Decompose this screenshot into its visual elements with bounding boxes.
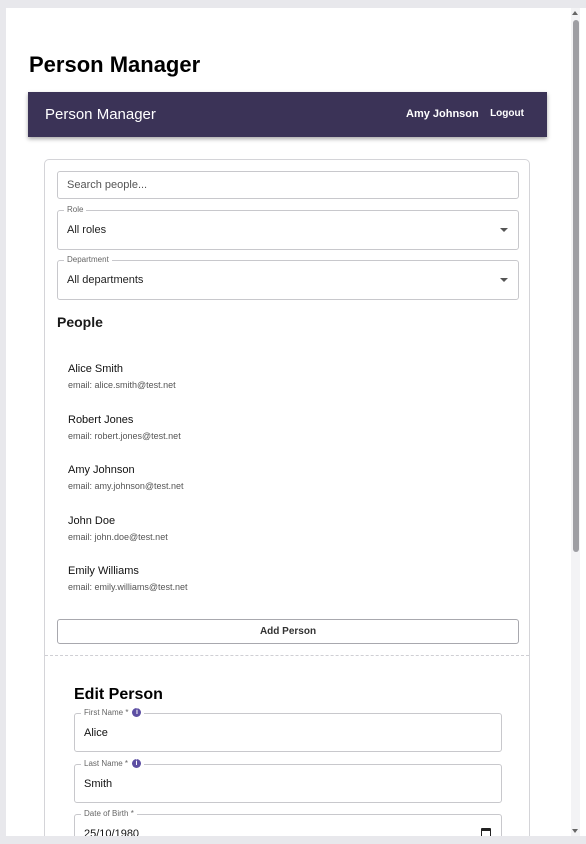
person-email: email: robert.jones@test.net <box>68 430 181 441</box>
people-list: Alice Smith email: alice.smith@test.net … <box>68 362 508 615</box>
app-title: Person Manager <box>45 106 156 123</box>
people-panel: Role All roles Department All department… <box>44 159 530 836</box>
list-item[interactable]: Alice Smith email: alice.smith@test.net <box>68 362 508 413</box>
chevron-down-icon <box>500 278 508 282</box>
date-of-birth-label-text: Date of Birth * <box>84 809 134 818</box>
scroll-up-icon[interactable] <box>572 11 578 15</box>
add-person-button[interactable]: Add Person <box>57 619 519 644</box>
people-heading: People <box>57 314 103 330</box>
department-label: Department <box>64 255 112 264</box>
department-value: All departments <box>67 274 144 286</box>
role-value: All roles <box>67 224 107 236</box>
person-name: Amy Johnson <box>68 464 135 476</box>
person-name: Alice Smith <box>68 363 124 375</box>
calendar-icon[interactable] <box>481 828 491 836</box>
person-name: Emily Williams <box>68 565 139 577</box>
list-item[interactable]: John Doe email: john.doe@test.net <box>68 514 508 565</box>
scroll-down-icon[interactable] <box>572 829 578 833</box>
person-email: email: emily.williams@test.net <box>68 582 188 592</box>
first-name-value: Alice <box>84 727 108 739</box>
first-name-field[interactable]: First Name * i Alice <box>74 708 502 752</box>
first-name-label-text: First Name * <box>84 708 129 717</box>
search-input[interactable] <box>57 171 519 199</box>
person-email: email: alice.smith@test.net <box>68 380 176 390</box>
vertical-scrollbar[interactable] <box>571 8 580 836</box>
last-name-value: Smith <box>84 778 113 790</box>
logout-button[interactable]: Logout <box>484 103 530 125</box>
person-email: email: amy.johnson@test.net <box>68 481 184 491</box>
edit-person-heading: Edit Person <box>74 686 163 703</box>
info-icon[interactable]: i <box>132 708 142 717</box>
person-name: John Doe <box>68 514 116 527</box>
app-bar: Person Manager Amy Johnson Logout <box>28 92 547 137</box>
role-select[interactable]: Role All roles <box>57 205 519 250</box>
last-name-field[interactable]: Last Name * i Smith <box>74 759 502 803</box>
chevron-down-icon <box>500 228 508 232</box>
last-name-label: Last Name * i <box>81 759 145 768</box>
scroll-thumb[interactable] <box>573 20 579 552</box>
date-of-birth-label: Date of Birth * <box>81 809 137 818</box>
last-name-label-text: Last Name * <box>84 759 129 768</box>
list-item[interactable]: Emily Williams email: emily.williams@tes… <box>68 564 508 615</box>
page-title: Person Manager <box>29 52 201 77</box>
person-name: Robert Jones <box>68 413 134 426</box>
info-icon[interactable]: i <box>132 759 142 768</box>
date-of-birth-value: 25/10/1980 <box>84 828 140 836</box>
date-of-birth-field[interactable]: Date of Birth * 25/10/1980 <box>74 809 502 836</box>
department-select[interactable]: Department All departments <box>57 255 519 300</box>
current-user: Amy Johnson <box>406 108 479 120</box>
list-item[interactable]: Robert Jones email: robert.jones@test.ne… <box>68 413 508 464</box>
list-item[interactable]: Amy Johnson email: amy.johnson@test.net <box>68 463 508 514</box>
person-email: email: john.doe@test.net <box>68 531 168 542</box>
first-name-label: First Name * i <box>81 708 145 717</box>
role-label: Role <box>64 205 87 214</box>
browser-viewport: Person Manager Person Manager Amy Johnso… <box>6 8 586 836</box>
section-divider <box>45 655 529 656</box>
